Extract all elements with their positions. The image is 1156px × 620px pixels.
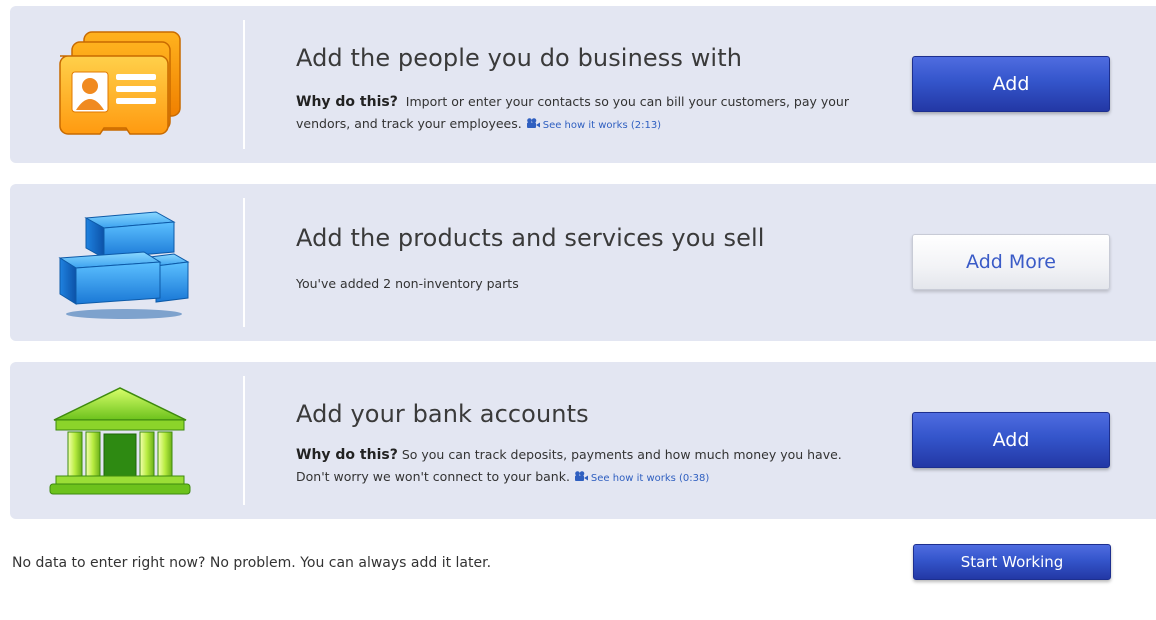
video-camera-icon [526, 118, 540, 128]
card-title: Add the people you do business with [296, 44, 743, 72]
contact-cards-icon [46, 20, 196, 145]
add-people-button[interactable]: Add [912, 56, 1110, 112]
card-divider [243, 198, 245, 327]
card-title: Add your bank accounts [296, 400, 589, 428]
video-link-label: See how it works (2:13) [542, 120, 662, 131]
video-link[interactable]: See how it works (2:13) [526, 118, 662, 131]
card-divider [243, 20, 245, 149]
setup-page: Add the people you do business with Why … [0, 0, 1156, 620]
start-working-button[interactable]: Start Working [913, 544, 1111, 580]
people-card: Add the people you do business with Why … [10, 6, 1156, 163]
add-more-products-button[interactable]: Add More [912, 234, 1110, 290]
why-label: Why do this? [296, 94, 398, 110]
card-description: Why do this? Import or enter your contac… [296, 91, 876, 136]
status-text: You've added 2 non-inventory parts [296, 276, 519, 291]
bank-icon [46, 376, 196, 501]
card-title: Add the products and services you sell [296, 224, 765, 252]
why-label: Why do this? [296, 447, 398, 463]
video-link[interactable]: See how it works (0:38) [574, 471, 710, 484]
card-divider [243, 376, 245, 505]
video-link-label: See how it works (0:38) [590, 473, 710, 484]
products-card: Add the products and services you sell Y… [10, 184, 1156, 341]
bank-card: Add your bank accounts Why do this? So y… [10, 362, 1156, 519]
card-description: Why do this? So you can track deposits, … [296, 444, 876, 489]
boxes-icon [46, 198, 196, 323]
footer-message: No data to enter right now? No problem. … [12, 555, 492, 571]
video-camera-icon [574, 471, 588, 481]
add-bank-accounts-button[interactable]: Add [912, 412, 1110, 468]
